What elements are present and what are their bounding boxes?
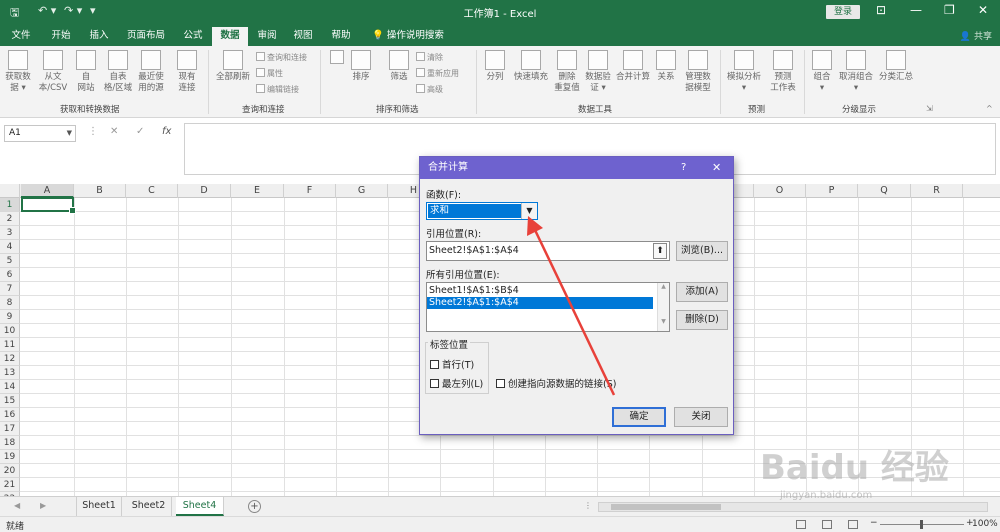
- arrow-head: [527, 216, 543, 236]
- watermark-url: jingyan.baidu.com: [780, 490, 873, 501]
- arrow-shaft: [533, 229, 616, 396]
- watermark-logo: Baidu 经验: [760, 448, 949, 488]
